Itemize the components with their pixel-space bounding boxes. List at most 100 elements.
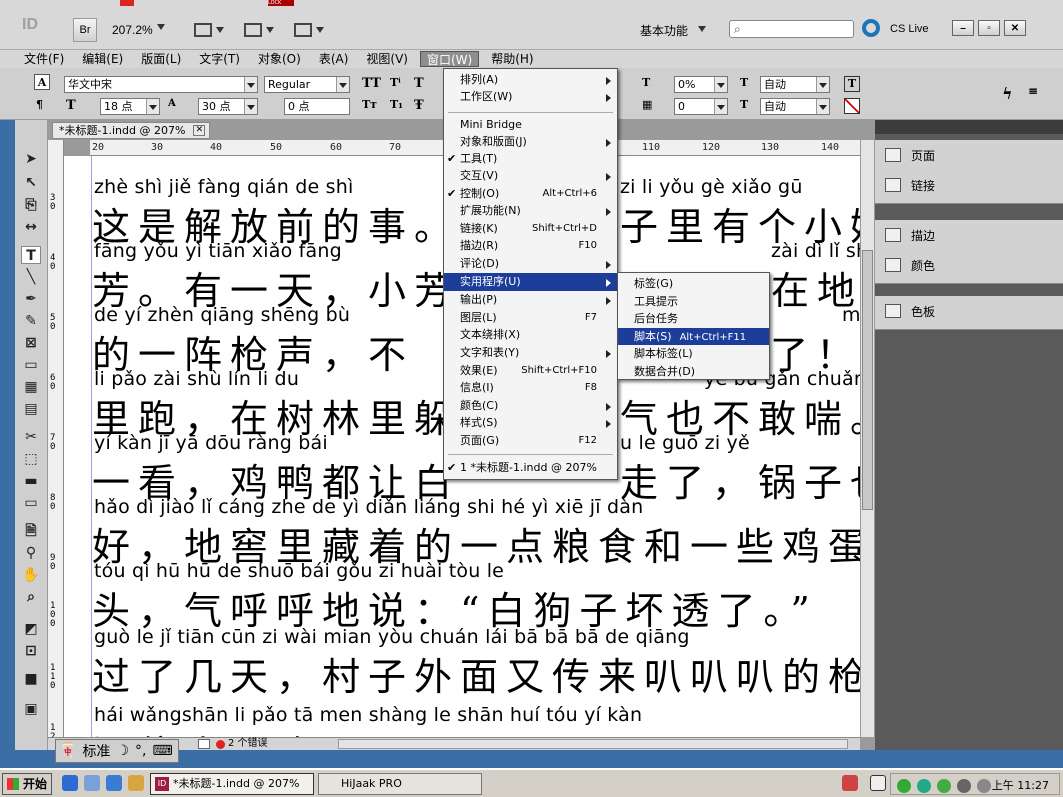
restore-button[interactable]: ▫ [978,20,1000,36]
clock[interactable]: 上午 11:27 [992,777,1049,793]
auto-field-2[interactable]: 自动 [760,98,830,115]
panel-color[interactable]: 颜色 [875,250,1063,280]
chevron-down-icon[interactable] [816,99,829,114]
pinyin-line[interactable]: li pǎo zài shù lín li du [94,368,299,390]
search-input[interactable]: ⌕ [729,20,854,38]
show-desktop-icon[interactable] [128,775,144,791]
menu-help[interactable]: 帮助(H) [485,51,539,67]
menu-file[interactable]: 文件(F) [18,51,70,67]
type-tool-icon[interactable]: T [21,246,41,264]
table-tool-icon[interactable]: ▦ [21,378,41,396]
font-family-field[interactable]: 华文中宋 [64,76,258,93]
chevron-down-icon[interactable] [816,77,829,92]
quicklaunch-icon[interactable] [84,775,100,791]
pinyin-line[interactable]: de yí zhèn qiāng shēng bù [94,304,350,326]
menu-view[interactable]: 视图(V) [360,51,414,67]
menu-item-layers[interactable]: 图层(L) F7 [444,309,617,327]
menu-item-workspace[interactable]: 工作区(W) [444,88,617,106]
chevron-down-icon[interactable] [244,77,257,92]
scrollbar-thumb[interactable] [862,250,873,510]
task-hijaak[interactable]: HiJaak PRO [318,773,482,795]
menu-item-extensions[interactable]: 扩展功能(N) [444,202,617,220]
menu-item-tools[interactable]: ✔ 工具(T) [444,150,617,168]
pinyin-line[interactable]: fāng yǒu yì tiān xiǎo fāng [94,240,342,262]
menu-item-mini-bridge[interactable]: Mini Bridge [444,116,617,134]
grid-tool-icon[interactable]: ▤ [21,400,41,418]
panel-menu-icon[interactable]: ≡ [1028,84,1038,98]
chevron-down-icon[interactable] [157,24,165,30]
ime-mode[interactable]: 标准 [79,741,113,761]
rectangle-frame-tool-icon[interactable]: ⊠ [21,334,41,352]
baseline-field[interactable]: 0 [674,98,728,115]
arrange-documents-button[interactable] [294,20,330,40]
punctuation-icon[interactable]: °, [132,743,149,759]
hanzi-line[interactable]: 走了，锅子也 [620,452,860,507]
formatting-container-icon[interactable]: ⊡ [21,642,41,660]
panel-swatches[interactable]: 色板 [875,296,1063,326]
panel-dock-header[interactable] [875,120,1063,134]
minimize-button[interactable]: – [952,20,974,36]
preflight-error-icon[interactable] [216,740,225,749]
apply-color-icon[interactable]: ■ [21,670,41,688]
lightning-icon[interactable]: ϟ [1002,84,1013,103]
menu-type[interactable]: 文字(T) [193,51,246,67]
scissors-tool-icon[interactable]: ✂ [21,428,41,446]
pinyin-line[interactable]: hái wǎngshān li pǎo tā men shàng le shān… [94,704,642,726]
zoom-level[interactable]: 207.2% [112,23,153,37]
ie-icon[interactable] [62,775,78,791]
menu-table[interactable]: 表(A) [313,51,355,67]
menu-item-type-tables[interactable]: 文字和表(Y) [444,344,617,362]
keyboard-icon[interactable]: ⌨ [149,743,175,759]
submenu-item-script-label[interactable]: 脚本标签(L) [618,345,769,363]
submenu-item-tags[interactable]: 标签(G) [618,275,769,293]
chevron-down-icon[interactable] [146,99,159,114]
ime-logo-icon[interactable]: 🀄 [56,743,79,759]
subscript-icon[interactable]: T₁ [390,98,403,111]
hanzi-line[interactable]: 还往山里跑 [92,724,322,737]
menu-item-output[interactable]: 输出(P) [444,291,617,309]
leading-field[interactable]: 30 点 [198,98,258,115]
pinyin-line[interactable]: zhè shì jiě fàng qián de shì [94,176,353,198]
pinyin-line[interactable]: tóu qì hū hū de shuō bái gǒu zi huài tòu… [94,560,504,582]
menu-item-arrange[interactable]: 排列(A) [444,71,617,89]
pinyin-line[interactable]: guò le jǐ tiān cūn zi wài mian yòu chuán… [94,626,690,648]
menu-item-styles[interactable]: 样式(S) [444,414,617,432]
screen-mode-button[interactable] [244,20,280,40]
fill-stroke-icon[interactable]: ◩ [21,620,41,638]
free-transform-tool-icon[interactable]: ⬚ [21,450,41,468]
page-navigation-box[interactable] [198,739,210,749]
menu-item-comments[interactable]: 评论(D) [444,255,617,273]
task-indesign[interactable]: ID *未标题-1.indd @ 207% [150,773,314,795]
gradient-swatch-tool-icon[interactable]: ▬ [21,472,41,490]
menu-item-open-document[interactable]: ✔ 1 *未标题-1.indd @ 207% [444,459,617,477]
menu-item-stroke[interactable]: 描边(R) F10 [444,237,617,255]
preflight-status[interactable]: 2 个错误 [228,738,268,750]
panel-pages[interactable]: 页面 [875,140,1063,170]
security-icon[interactable] [937,779,951,793]
cs-live-icon[interactable] [862,19,880,37]
cs-live-label[interactable]: CS Live [890,23,929,35]
document-tab[interactable]: *未标题-1.indd @ 207% ✕ [52,122,211,139]
tracking-field[interactable]: 0% [674,76,728,93]
tray-icon[interactable] [957,779,971,793]
volume-icon[interactable] [977,779,991,793]
direct-selection-tool-icon[interactable]: ↖ [21,174,41,192]
character-mode-icon[interactable]: A [34,74,50,90]
hand-tool-icon[interactable]: ✋ [21,566,41,584]
menu-edit[interactable]: 编辑(E) [76,51,129,67]
submenu-item-data-merge[interactable]: 数据合并(D) [618,363,769,381]
auto-field-1[interactable]: 自动 [760,76,830,93]
chevron-down-icon[interactable] [336,77,349,92]
small-caps-icon[interactable]: Tт [362,98,377,111]
pinyin-line[interactable]: zi li yǒu gè xiǎo gū [620,176,803,198]
pencil-tool-icon[interactable]: ✎ [21,312,41,330]
vertical-ruler[interactable]: 3 0 4 0 5 0 6 0 7 0 8 0 9 0 1 0 0 1 1 0 … [48,140,64,737]
menu-item-interactive[interactable]: 交互(V) [444,167,617,185]
menu-item-pages[interactable]: 页面(G) F12 [444,432,617,450]
stroke-none-icon[interactable] [844,98,860,114]
line-tool-icon[interactable]: ╲ [21,268,41,286]
zoom-tool-icon[interactable]: ⌕ [21,588,41,606]
chevron-down-icon[interactable] [714,77,727,92]
view-options-button[interactable] [194,20,230,40]
note-tool-icon[interactable]: 🗎 [21,522,41,540]
